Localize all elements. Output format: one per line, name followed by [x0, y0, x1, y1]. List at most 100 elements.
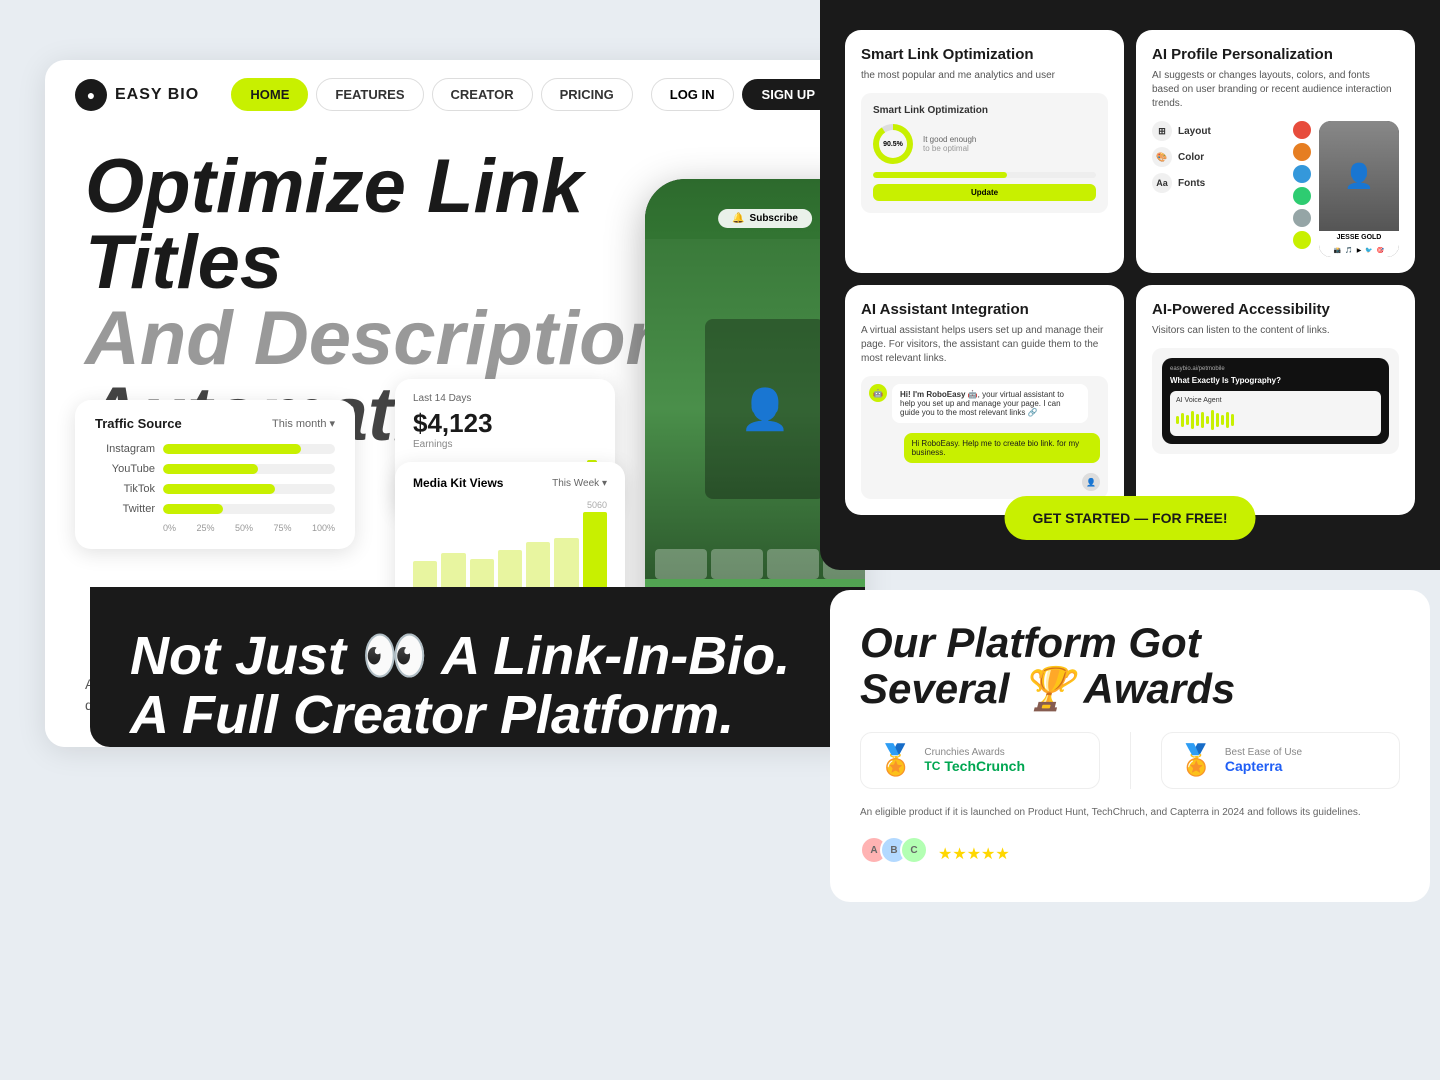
ai-assistant-desc: A virtual assistant helps users set up a… — [861, 324, 1108, 366]
user-avatars: A B C — [860, 836, 928, 864]
dark-title-line1: Not just 👀 a link-in-bio. — [130, 627, 865, 686]
audio-wave — [1176, 410, 1375, 430]
tc-prefix: TC — [924, 759, 940, 773]
smart-link-opt-label: Smart Link Optimization — [873, 105, 1096, 116]
profile-option-layout: ⊞ Layout — [1152, 121, 1211, 141]
smart-link-progress-row: 90.5% It good enough to be optimal — [873, 124, 1096, 164]
ai-profile-title: AI Profile Personalization — [1152, 46, 1399, 63]
star-rating: ★★★★★ — [938, 844, 1010, 864]
award-techcrunch-label-big: TC TechCrunch — [924, 758, 1025, 774]
features-grid: Smart Link Optimization the most popular… — [830, 15, 1430, 530]
chat-visual: 🤖 Hi! I'm RoboEasy 🤖, your virtual assis… — [861, 376, 1108, 499]
user-avatar-small: 👤 — [1082, 473, 1100, 491]
nav-home[interactable]: HOME — [231, 78, 308, 111]
acc-phone-text: What Exactly Is Typography? — [1170, 376, 1381, 385]
mediakit-title-row: Media Kit Views This Week ▾ — [413, 476, 607, 490]
awards-divider — [1130, 732, 1131, 789]
login-button[interactable]: LOG IN — [651, 78, 734, 111]
swatch-lime — [1293, 231, 1311, 249]
accessibility-phone: easybio.ai/petmobile What Exactly Is Typ… — [1162, 358, 1389, 444]
smart-link-card: Smart Link Optimization the most popular… — [845, 30, 1124, 273]
chat-bot-row: 🤖 Hi! I'm RoboEasy 🤖, your virtual assis… — [869, 384, 1100, 427]
chart-bar-mon — [441, 553, 465, 587]
progress-circle: 90.5% — [873, 124, 913, 164]
profile-option-fonts: Aa Fonts — [1152, 173, 1211, 193]
panel-cta-button[interactable]: GET STARTED — FOR FREE! — [1005, 496, 1256, 540]
logo-icon: ● — [75, 79, 107, 111]
awards-grid: 🏅 Crunchies Awards TC TechCrunch 🏅 Best … — [860, 732, 1400, 789]
acc-phone-url: easybio.ai/petmobile — [1170, 366, 1381, 372]
hero-title-line2: and Descriptions — [85, 296, 714, 381]
hero-title-line1: Optimize Link Titles — [85, 144, 583, 305]
award-laurel-icon: 🏅 — [877, 743, 914, 778]
traffic-period: This month ▾ — [272, 417, 335, 430]
smart-link-visual: Smart Link Optimization 90.5% It good en… — [861, 93, 1108, 213]
chart-bar-sat — [583, 512, 607, 587]
progress-subtext: It good enough — [923, 135, 976, 144]
swatch-gray — [1293, 209, 1311, 227]
person-placeholder: 👤 — [705, 319, 825, 499]
award-techcrunch-label-small: Crunchies Awards — [924, 747, 1025, 758]
ai-profile-visual: ⊞ Layout 🎨 Color Aa Fonts — [1152, 121, 1399, 257]
thumb-2 — [711, 549, 763, 579]
ai-accessibility-title: AI-Powered Accessibility — [1152, 301, 1399, 318]
avatar-3: C — [900, 836, 928, 864]
ai-profile-card: AI Profile Personalization AI suggests o… — [1136, 30, 1415, 273]
earnings-label: Earnings — [413, 439, 597, 450]
progress-value: 90.5% — [883, 141, 903, 148]
award-capterra-info: Best Ease of Use Capterra — [1225, 747, 1302, 774]
chart-bar-sun — [413, 561, 437, 587]
progress-label: to be optimal — [923, 144, 976, 153]
right-panel: Smart Link Optimization the most popular… — [820, 0, 1440, 570]
user-message: Hi RoboEasy. Help me to create bio link.… — [904, 433, 1100, 463]
swatch-orange — [1293, 143, 1311, 161]
awards-title-line2: Several 🏆 Awards — [860, 666, 1400, 712]
ai-profile-desc: AI suggests or changes layouts, colors, … — [1152, 69, 1399, 111]
accessibility-visual: easybio.ai/petmobile What Exactly Is Typ… — [1152, 348, 1399, 454]
audio-player: AI Voice Agent — [1170, 391, 1381, 436]
phone-subscribe-bar: 🔔 Subscribe — [718, 209, 812, 228]
chart-bar-wed — [498, 550, 522, 588]
logo-area: ● EASY BIO — [75, 79, 199, 111]
navbar: ● EASY BIO HOME FEATURES CREATOR PRICING… — [45, 60, 865, 129]
link-update-btn[interactable]: Update — [873, 184, 1096, 201]
mediakit-title: Media Kit Views — [413, 476, 503, 490]
bar-axis: 0%25%50%75%100% — [95, 523, 335, 533]
swatch-red — [1293, 121, 1311, 139]
profile-person-icon: 👤 — [1344, 162, 1374, 191]
color-swatches — [1293, 121, 1311, 257]
profile-name-tag: JESSE GOLD — [1319, 231, 1399, 244]
chart-bar-thu — [526, 542, 550, 587]
mediakit-peak: 5060 — [413, 500, 607, 510]
award-capterra-label-small: Best Ease of Use — [1225, 747, 1302, 758]
link-bar-track — [873, 172, 1096, 178]
profile-social-icons: 📸 🎵 ▶ 🐦 🎯 — [1319, 244, 1399, 257]
nav-features[interactable]: FEATURES — [316, 78, 423, 111]
main-card: ● EASY BIO HOME FEATURES CREATOR PRICING… — [45, 60, 865, 747]
logo-text: EASY BIO — [115, 86, 199, 104]
traffic-row-youtube: YouTube — [95, 463, 335, 475]
nav-creator[interactable]: CREATOR — [432, 78, 533, 111]
thumb-3 — [767, 549, 819, 579]
nav-pricing[interactable]: PRICING — [541, 78, 633, 111]
mediakit-period: This Week ▾ — [552, 478, 607, 489]
bot-message: Hi! I'm RoboEasy 🤖, your virtual assista… — [892, 384, 1088, 423]
chart-bar-fri — [554, 538, 578, 587]
mediakit-chart — [413, 512, 607, 592]
chat-user-row: Hi RoboEasy. Help me to create bio link.… — [869, 433, 1100, 467]
traffic-row-twitter: Twitter — [95, 503, 335, 515]
thumb-1 — [655, 549, 707, 579]
traffic-row-tiktok: TikTok — [95, 483, 335, 495]
profile-option-color: 🎨 Color — [1152, 147, 1211, 167]
award-capterra-label-big: Capterra — [1225, 758, 1302, 774]
traffic-row-instagram: Instagram — [95, 443, 335, 455]
smart-link-desc: the most popular and me analytics and us… — [861, 69, 1108, 83]
swatch-green — [1293, 187, 1311, 205]
ai-accessibility-desc: Visitors can listen to the content of li… — [1152, 324, 1399, 338]
awards-footer: A B C ★★★★★ — [860, 836, 1400, 872]
ai-assistant-card: AI Assistant Integration A virtual assis… — [845, 285, 1124, 515]
traffic-card: Traffic Source This month ▾ Instagram Yo… — [75, 400, 355, 549]
hero-section: Optimize Link Titles and Descriptions Au… — [45, 129, 865, 649]
award-techcrunch: 🏅 Crunchies Awards TC TechCrunch — [860, 732, 1100, 789]
earnings-period: Last 14 Days — [413, 393, 597, 404]
